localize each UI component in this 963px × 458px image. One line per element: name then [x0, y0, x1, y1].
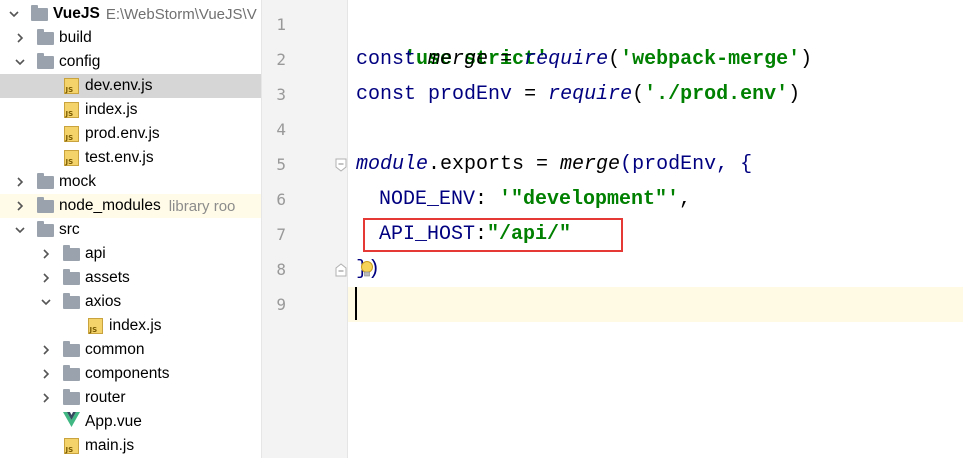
- line-number: 9: [276, 295, 286, 314]
- project-tree: VueJS E:\WebStorm\VueJS\V build config dev…: [0, 0, 262, 458]
- js-file-icon: [62, 102, 80, 118]
- folder-icon: [36, 28, 54, 46]
- code-line-3: const prodEnv = require('./prod.env'): [356, 83, 801, 106]
- line-number: 2: [276, 50, 286, 69]
- chevron-right-icon[interactable]: [12, 198, 28, 214]
- folder-icon: [36, 52, 54, 70]
- folder-icon: [62, 364, 80, 382]
- tree-item-label: assets: [85, 269, 130, 286]
- tree-item[interactable]: components: [0, 362, 261, 386]
- tree-item-label: App.vue: [85, 413, 142, 430]
- tree-item-label: axios: [85, 293, 122, 310]
- tree-item-label: node_modules: [59, 197, 161, 214]
- tree-item-label: src: [59, 221, 80, 238]
- tree-item-label: test.env.js: [85, 149, 154, 166]
- folder-icon: [30, 4, 48, 22]
- js-file-icon: [86, 318, 104, 334]
- js-file-icon: [62, 78, 80, 94]
- folder-icon: [62, 388, 80, 406]
- lightbulb-icon[interactable]: [359, 259, 375, 279]
- js-file-icon: [62, 126, 80, 142]
- tree-item[interactable]: index.js: [0, 314, 261, 338]
- tree-item[interactable]: index.js: [0, 98, 261, 122]
- chevron-right-icon[interactable]: [12, 30, 28, 46]
- line-number: 7: [276, 225, 286, 244]
- chevron-right-icon[interactable]: [38, 342, 54, 358]
- chevron-right-icon[interactable]: [38, 246, 54, 262]
- tree-item-label: config: [59, 53, 101, 70]
- tree-item[interactable]: config: [0, 50, 261, 74]
- project-name: VueJS: [53, 5, 100, 22]
- current-line-highlight: [348, 287, 963, 322]
- tree-item[interactable]: router: [0, 386, 261, 410]
- fold-close-icon[interactable]: [335, 263, 347, 277]
- folder-icon: [62, 244, 80, 262]
- tree-item[interactable]: node_modules library roo: [0, 194, 261, 218]
- folder-icon: [62, 340, 80, 358]
- project-path: E:\WebStorm\VueJS\V: [105, 5, 257, 23]
- folder-icon: [36, 172, 54, 190]
- tree-item[interactable]: main.js: [0, 434, 261, 458]
- text-cursor: [355, 287, 357, 320]
- line-number: 3: [276, 85, 286, 104]
- js-file-icon: [62, 150, 80, 166]
- tree-item[interactable]: App.vue: [0, 410, 261, 434]
- code-line-2: const merge = require('webpack-merge'): [356, 48, 813, 71]
- code-line-5: module.exports = merge(prodEnv, {: [356, 153, 753, 176]
- line-number: 1: [276, 15, 286, 34]
- library-root-note: library roo: [168, 197, 236, 215]
- line-number: 6: [276, 190, 286, 209]
- line-number: 4: [276, 120, 286, 139]
- chevron-right-icon[interactable]: [38, 270, 54, 286]
- chevron-down-icon[interactable]: [6, 6, 22, 22]
- folder-icon: [62, 268, 80, 286]
- code-line-1: 'use strict': [404, 48, 549, 71]
- js-file-icon: [62, 438, 80, 454]
- tree-item[interactable]: common: [0, 338, 261, 362]
- folder-icon: [36, 196, 54, 214]
- tree-item[interactable]: test.env.js: [0, 146, 261, 170]
- chevron-down-icon[interactable]: [12, 54, 28, 70]
- tree-item[interactable]: axios: [0, 290, 261, 314]
- line-number: 5: [276, 155, 286, 174]
- chevron-right-icon[interactable]: [38, 390, 54, 406]
- chevron-down-icon[interactable]: [12, 222, 28, 238]
- tree-item-label: prod.env.js: [85, 125, 160, 142]
- code-line-7: API_HOST:"/api/": [379, 223, 572, 246]
- editor-gutter: 1 2 3 4 5 6 7 8 9: [262, 0, 348, 458]
- tree-item-label: common: [85, 341, 145, 358]
- tree-item[interactable]: src: [0, 218, 261, 242]
- code-editor[interactable]: 'use strict' const merge = require('webp…: [348, 0, 963, 458]
- tree-item[interactable]: prod.env.js: [0, 122, 261, 146]
- project-root-row[interactable]: VueJS E:\WebStorm\VueJS\V: [0, 2, 261, 26]
- code-line-6: NODE_ENV: '"development"',: [379, 188, 692, 211]
- tree-item-label: dev.env.js: [85, 77, 153, 94]
- tree-item-label: components: [85, 365, 170, 382]
- tree-item-label: router: [85, 389, 126, 406]
- tree-item[interactable]: dev.env.js: [0, 74, 261, 98]
- tree-item-label: build: [59, 29, 92, 46]
- chevron-right-icon[interactable]: [12, 174, 28, 190]
- tree-item[interactable]: mock: [0, 170, 261, 194]
- vue-file-icon: [62, 412, 80, 430]
- tree-item[interactable]: assets: [0, 266, 261, 290]
- chevron-down-icon[interactable]: [38, 294, 54, 310]
- folder-icon: [62, 292, 80, 310]
- tree-item[interactable]: api: [0, 242, 261, 266]
- tree-item[interactable]: build: [0, 26, 261, 50]
- tree-item-label: main.js: [85, 437, 135, 454]
- tree-item-label: index.js: [109, 317, 162, 334]
- tree-item-label: mock: [59, 173, 97, 190]
- tree-item-label: api: [85, 245, 106, 262]
- tree-item-label: index.js: [85, 101, 138, 118]
- line-number: 8: [276, 260, 286, 279]
- chevron-right-icon[interactable]: [38, 366, 54, 382]
- fold-open-icon[interactable]: [335, 158, 347, 172]
- folder-icon: [36, 220, 54, 238]
